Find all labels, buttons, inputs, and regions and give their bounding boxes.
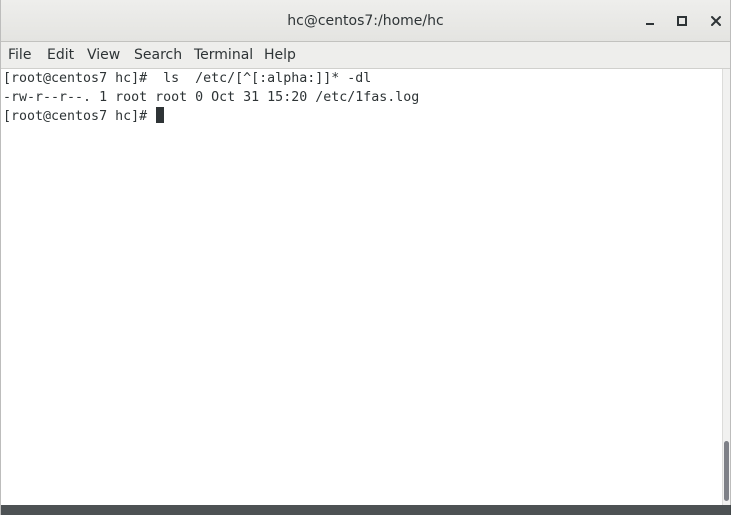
menu-search[interactable]: Search	[132, 47, 184, 63]
menu-help[interactable]: Help	[262, 47, 298, 63]
terminal-window: hc@centos7:/home/hc File Edit View Searc…	[0, 0, 731, 515]
terminal-line: [root@centos7 hc]# ls /etc/[^[:alpha:]]*…	[3, 71, 372, 86]
text-cursor	[156, 107, 165, 123]
window-bottom-edge	[1, 505, 731, 515]
maximize-button[interactable]	[671, 10, 693, 32]
menu-file[interactable]: File	[6, 47, 33, 63]
minimize-icon	[646, 23, 654, 25]
menu-edit[interactable]: Edit	[45, 47, 76, 63]
window-title: hc@centos7:/home/hc	[287, 13, 444, 29]
terminal-prompt-line: [root@centos7 hc]#	[3, 107, 165, 127]
menu-view[interactable]: View	[85, 47, 122, 63]
title-bar[interactable]: hc@centos7:/home/hc	[1, 0, 730, 42]
close-button[interactable]	[705, 10, 727, 32]
maximize-icon	[677, 16, 687, 26]
menu-terminal[interactable]: Terminal	[192, 47, 255, 63]
scrollbar-thumb[interactable]	[724, 441, 729, 501]
vertical-scrollbar[interactable]	[722, 69, 730, 505]
terminal-prompt: [root@centos7 hc]#	[3, 109, 156, 124]
menu-bar: File Edit View Search Terminal Help	[1, 42, 730, 69]
terminal-output[interactable]: [root@centos7 hc]# ls /etc/[^[:alpha:]]*…	[1, 69, 722, 505]
minimize-button[interactable]	[639, 10, 661, 32]
close-icon	[711, 16, 721, 26]
terminal-line: -rw-r--r--. 1 root root 0 Oct 31 15:20 /…	[3, 89, 420, 105]
